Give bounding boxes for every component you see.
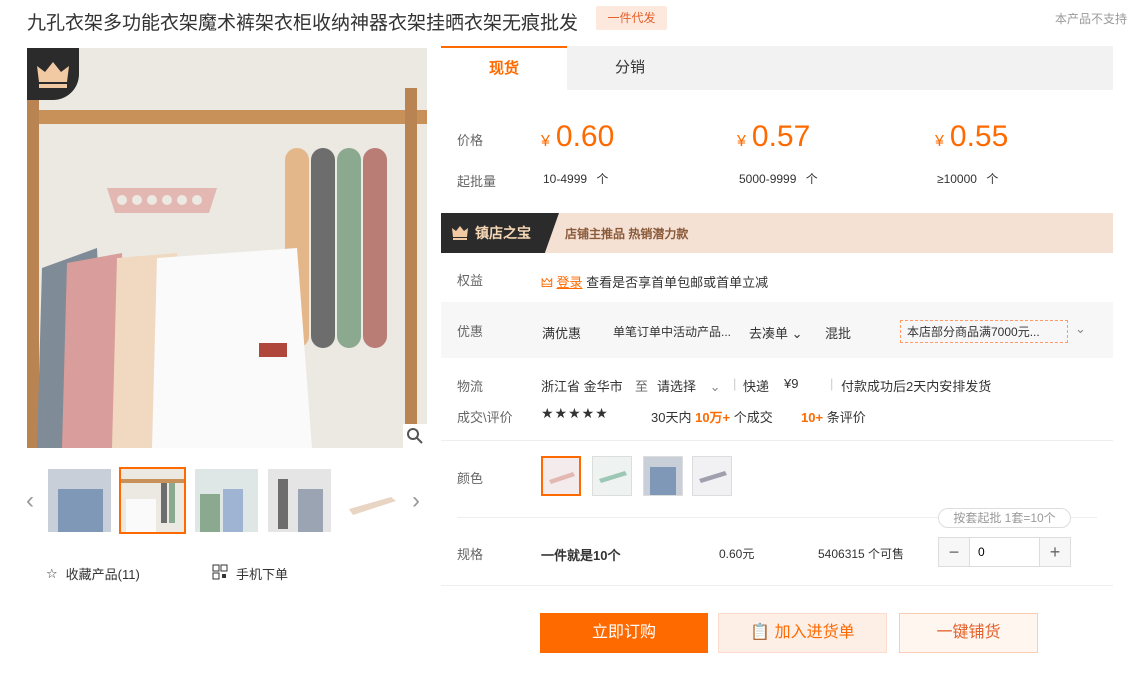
zoom-icon[interactable] [403, 424, 427, 448]
quantity-input[interactable] [969, 538, 1040, 566]
star-outline-icon: ☆ [46, 565, 58, 581]
separator: | [830, 376, 834, 391]
divider [441, 585, 1113, 586]
promo-desc: 单笔订单中活动产品... [613, 325, 732, 339]
price-tier-1: ¥0.60 [541, 120, 615, 153]
promo-tag-full-discount: 满优惠 [542, 326, 582, 341]
review-count[interactable]: 10+ 条评价 [801, 407, 866, 426]
qr-code-icon [212, 564, 228, 583]
tab-bar: 现货 分销 [441, 46, 1113, 90]
login-link[interactable]: 登录 [556, 275, 582, 290]
price-tier-2: ¥0.57 [737, 120, 811, 153]
color-label: 颜色 [457, 471, 484, 486]
order-now-button[interactable]: 立即订购 [540, 613, 708, 653]
next-thumb-arrow-icon[interactable]: › [412, 487, 420, 515]
one-click-distribute-button[interactable]: 一键铺货 [899, 613, 1038, 653]
moq-label: 起批量 [457, 174, 497, 189]
tier-2-range: 5000-9999 个 [739, 172, 818, 186]
go-bundle-link[interactable]: 去凑单 ⌄ [749, 323, 803, 342]
moq-set-chip: 按套起批 1套=10个 [938, 508, 1071, 528]
logistics-label: 物流 [457, 379, 484, 394]
spec-label: 规格 [457, 547, 484, 562]
shipping-fee: ¥9 [784, 376, 799, 391]
expand-promo-chevron-icon[interactable]: ⌄ [1075, 321, 1086, 337]
deals-count[interactable]: 30天内 10万+ 个成交 [651, 407, 773, 426]
dropship-badge: 一件代发 [596, 6, 667, 30]
tier-3-range: ≥10000 个 [937, 172, 999, 186]
destination-select[interactable]: 请选择 ⌄ [657, 376, 721, 395]
treasure-badge: 镇店之宝 [441, 213, 559, 253]
tier-1-range: 10-4999 个 [543, 172, 609, 186]
color-swatch-gray[interactable] [692, 456, 732, 496]
product-title: 九孔衣架多功能衣架魔术裤架衣柜收纳神器衣架挂晒衣架无痕批发 [27, 13, 579, 34]
reviews-label: 成交\评价 [457, 410, 513, 425]
color-swatch-pink[interactable] [541, 456, 581, 496]
ship-from: 浙江省 金华市 [541, 379, 623, 394]
ship-note: 付款成功后2天内安排发货 [841, 379, 992, 394]
coupon-icon: 🜲 [541, 275, 553, 290]
promo-tag-mixed: 混批 [825, 326, 852, 341]
support-note: 本产品不支持 [1055, 12, 1128, 26]
promo-store-discount: 本店部分商品满7000元... [900, 320, 1068, 343]
thumbnail[interactable] [48, 469, 111, 532]
favorite-label: 收藏产品(11) [65, 567, 140, 582]
promo-label: 优惠 [457, 324, 484, 339]
quantity-stepper: − + [938, 537, 1071, 567]
store-treasure-banner: 镇店之宝 店铺主推品 热销潜力款 [441, 213, 1113, 253]
crown-badge-icon [27, 48, 79, 100]
price-tier-3: ¥0.55 [935, 120, 1009, 153]
thumbnail[interactable] [341, 469, 404, 532]
color-swatch-photo[interactable] [643, 456, 683, 496]
main-product-image[interactable] [27, 48, 427, 448]
treasure-text: 店铺主推品 热销潜力款 [565, 227, 689, 241]
thumbnail[interactable] [195, 469, 258, 532]
rights-label: 权益 [457, 273, 484, 288]
tab-distribution[interactable]: 分销 [567, 46, 693, 90]
decrement-button[interactable]: − [939, 538, 969, 566]
spec-name: 一件就是10个 [541, 548, 621, 563]
divider [441, 440, 1113, 441]
ship-to-word: 至 [635, 379, 649, 394]
rights-text: 查看是否享首单包邮或首单立减 [586, 275, 769, 290]
thumbnail-active[interactable] [119, 467, 186, 534]
mobile-order-label: 手机下单 [236, 567, 289, 582]
favorite-button[interactable]: ☆ 收藏产品(11) [46, 564, 140, 583]
rights-row: 🜲 登录 查看是否享首单包邮或首单立减 [541, 269, 768, 295]
rating-stars-icon: ★★★★★ [541, 405, 609, 421]
add-to-cart-button[interactable]: 📋 加入进货单 [718, 613, 887, 653]
clipboard-icon: 📋 [750, 624, 771, 641]
express-label: 快递 [743, 379, 770, 394]
thumbnail[interactable] [268, 469, 331, 532]
prev-thumb-arrow-icon[interactable]: ‹ [26, 487, 34, 515]
price-label: 价格 [457, 133, 484, 148]
mobile-order-button[interactable]: 手机下单 [212, 564, 288, 583]
spec-stock: 5406315 个可售 [818, 547, 905, 561]
increment-button[interactable]: + [1040, 538, 1070, 566]
separator: | [733, 376, 737, 391]
spec-price: 0.60元 [719, 547, 755, 561]
color-swatch-green[interactable] [592, 456, 632, 496]
tab-in-stock[interactable]: 现货 [441, 46, 567, 90]
